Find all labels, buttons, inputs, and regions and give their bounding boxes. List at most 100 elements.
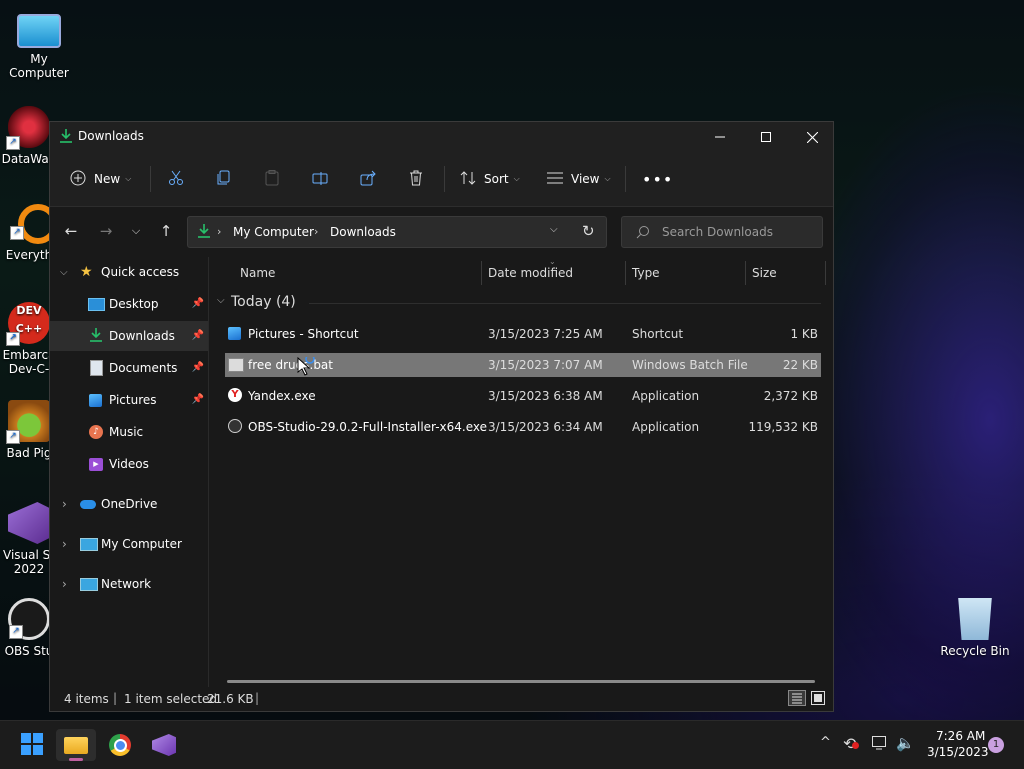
file-type: Shortcut	[632, 327, 684, 341]
address-bar[interactable]: › My Computer › Downloads ⌵ ↻	[187, 216, 607, 248]
column-header-name[interactable]: Name	[240, 266, 275, 280]
sidebar-item-pictures[interactable]: Pictures 📌	[50, 385, 208, 415]
column-divider[interactable]	[625, 261, 626, 285]
copy-button[interactable]	[216, 167, 232, 191]
up-button[interactable]: ↑	[154, 219, 178, 243]
windows-logo-icon	[21, 732, 43, 758]
sidebar-item-downloads[interactable]: Downloads 📌	[50, 321, 208, 351]
sidebar-item-desktop[interactable]: Desktop 📌	[50, 289, 208, 319]
sort-button[interactable]: Sort ⌵	[460, 167, 520, 191]
breadcrumb-my-computer[interactable]: My Computer	[233, 225, 314, 239]
arrow-left-icon: ←	[64, 222, 78, 240]
taskbar-chrome[interactable]	[100, 729, 140, 761]
monitor-icon	[17, 14, 61, 48]
volume-icon[interactable]: 🔈	[896, 734, 915, 752]
toolbar-divider	[625, 166, 626, 192]
search-input[interactable]: Search Downloads	[662, 225, 773, 239]
notification-badge[interactable]: 1	[988, 737, 1004, 753]
file-size: 22 KB	[782, 358, 818, 372]
network-status-icon[interactable]	[872, 736, 888, 753]
column-header-size[interactable]: Size	[752, 266, 777, 280]
refresh-button[interactable]: ↻	[582, 222, 595, 240]
file-row[interactable]: OBS-Studio-29.0.2-Full-Installer-x64.exe…	[225, 415, 821, 439]
cloud-icon	[80, 499, 96, 509]
file-name: free drugs.bat	[248, 358, 333, 372]
column-header-type[interactable]: Type	[632, 266, 660, 280]
file-explorer-window: Downloads New ⌵ Sort ⌵ View ⌵ ••• ← → ⌵ …	[49, 121, 834, 712]
file-list: Name ⌄ Date modified Type Size ⌵ Today (…	[209, 257, 833, 687]
clock-date[interactable]: 3/15/2023	[927, 745, 989, 759]
clock-time[interactable]: 7:26 AM	[936, 729, 985, 743]
scissors-icon	[168, 170, 184, 189]
file-date: 3/15/2023 6:34 AM	[488, 420, 603, 434]
devcpp-icon: DEV C++ ↗	[6, 302, 50, 346]
breadcrumb-downloads[interactable]: Downloads	[330, 225, 396, 239]
details-view-button[interactable]	[788, 690, 806, 706]
view-list-icon	[547, 171, 563, 188]
datawag-icon: ↗	[6, 106, 50, 150]
search-icon	[636, 225, 650, 242]
file-date: 3/15/2023 7:07 AM	[488, 358, 603, 372]
back-button[interactable]: ←	[59, 219, 83, 243]
search-box[interactable]: Search Downloads	[621, 216, 823, 248]
taskbar-visual-studio[interactable]	[144, 729, 184, 761]
taskbar-file-explorer[interactable]	[56, 729, 96, 761]
view-button[interactable]: View ⌵	[547, 167, 611, 191]
paste-button[interactable]	[264, 167, 280, 191]
tiles-view-button[interactable]	[810, 690, 826, 706]
show-hidden-icons-button[interactable]: ^	[820, 735, 831, 750]
share-button[interactable]	[360, 167, 376, 191]
sidebar-item-label: Desktop	[109, 297, 159, 311]
horizontal-scrollbar[interactable]	[227, 680, 815, 683]
minimize-button[interactable]	[697, 122, 743, 152]
rename-icon	[312, 170, 328, 189]
delete-button[interactable]	[408, 167, 424, 191]
sidebar-item-quick-access[interactable]: ⌵ ★ Quick access	[50, 257, 208, 287]
column-divider[interactable]	[825, 261, 826, 285]
sidebar-item-label: Downloads	[109, 329, 175, 343]
rename-button[interactable]	[312, 167, 328, 191]
sidebar-item-network[interactable]: › Network	[50, 569, 208, 599]
group-header-today[interactable]: ⌵ Today (4)	[217, 291, 821, 315]
cut-button[interactable]	[168, 167, 184, 191]
toolbar-divider	[444, 166, 445, 192]
close-button[interactable]	[789, 122, 835, 152]
navigation-bar: ← → ⌵ ↑ › My Computer › Downloads ⌵ ↻ Se…	[50, 207, 833, 257]
chevron-right-icon: ›	[217, 225, 222, 238]
column-header-date[interactable]: Date modified	[488, 266, 573, 280]
chevron-right-icon: ›	[62, 537, 67, 551]
yandex-icon: Y	[228, 388, 242, 402]
sidebar-item-my-computer[interactable]: › My Computer	[50, 529, 208, 559]
file-size: 1 KB	[790, 327, 818, 341]
new-button[interactable]: New ⌵	[70, 167, 131, 191]
sync-status-icon[interactable]: ⟲	[843, 734, 859, 753]
column-divider[interactable]	[745, 261, 746, 285]
download-icon	[90, 327, 102, 345]
sidebar-item-onedrive[interactable]: › OneDrive	[50, 489, 208, 519]
desktop-icon-my-computer[interactable]: My Computer	[0, 10, 78, 80]
forward-button[interactable]: →	[94, 219, 118, 243]
window-title: Downloads	[78, 129, 144, 143]
status-bar: 4 items | 1 item selected 21.6 KB |	[50, 685, 833, 711]
recent-locations-button[interactable]: ⌵	[124, 219, 148, 243]
start-button[interactable]	[12, 729, 52, 761]
desktop-icon-recycle-bin[interactable]: Recycle Bin	[936, 598, 1014, 658]
arrow-up-icon: ↑	[159, 222, 173, 240]
desktop-icon-label: My Computer	[9, 52, 69, 80]
file-row[interactable]: Pictures - Shortcut 3/15/2023 7:25 AM Sh…	[225, 322, 821, 346]
address-history-button[interactable]: ⌵	[550, 224, 558, 235]
column-divider[interactable]	[481, 261, 482, 285]
maximize-button[interactable]	[743, 122, 789, 152]
more-options-button[interactable]: •••	[642, 167, 673, 191]
sidebar-item-documents[interactable]: Documents 📌	[50, 353, 208, 383]
file-size: 2,372 KB	[763, 389, 818, 403]
file-name: Yandex.exe	[248, 389, 316, 403]
command-bar: New ⌵ Sort ⌵ View ⌵ •••	[50, 152, 833, 207]
selected-count: 1 item selected	[124, 692, 218, 706]
trash-icon	[408, 170, 424, 189]
sidebar-item-music[interactable]: ♪ Music	[50, 417, 208, 447]
selected-size: 21.6 KB	[207, 692, 254, 706]
file-row[interactable]: Y Yandex.exe 3/15/2023 6:38 AM Applicati…	[225, 384, 821, 408]
sidebar-item-label: Pictures	[109, 393, 157, 407]
sidebar-item-videos[interactable]: ▶ Videos	[50, 449, 208, 479]
